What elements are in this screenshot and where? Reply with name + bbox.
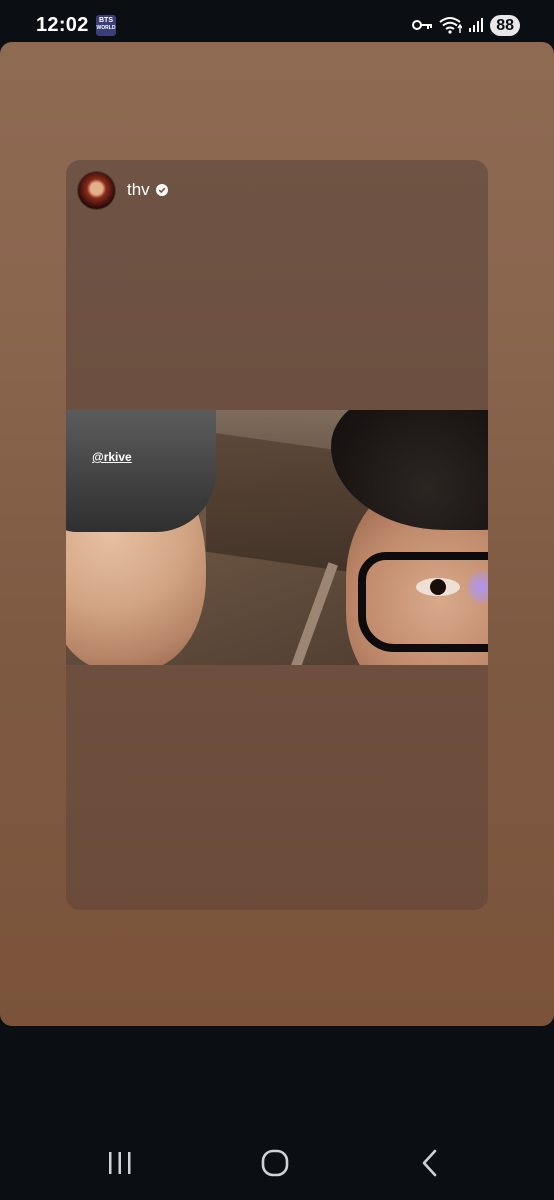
cap: @rkive xyxy=(66,410,216,532)
back-button[interactable] xyxy=(410,1148,450,1178)
status-icons: 88 xyxy=(412,14,520,36)
bts-world-notification-icon: BTS WORLD xyxy=(96,15,116,36)
app-badge-line1: BTS xyxy=(99,17,113,24)
avatar[interactable] xyxy=(78,171,115,209)
lens-glare xyxy=(468,570,488,604)
post-photo[interactable]: @rkive xyxy=(66,410,488,665)
photo-sticker-label: @rkive xyxy=(92,450,132,464)
signal-icon xyxy=(469,18,484,32)
glasses xyxy=(358,552,488,652)
battery-icon: 88 xyxy=(490,14,520,36)
clock: 12:02 xyxy=(36,14,89,36)
photo-background-pole xyxy=(284,562,338,665)
navigation-bar xyxy=(0,1120,554,1200)
home-button[interactable] xyxy=(255,1148,295,1178)
key-icon xyxy=(412,20,433,30)
recent-apps-icon xyxy=(109,1152,131,1174)
verified-badge-icon xyxy=(155,184,168,196)
shared-post-card[interactable]: thv @rkive xyxy=(66,160,488,910)
username[interactable]: thv xyxy=(127,180,150,200)
post-header[interactable]: thv xyxy=(78,171,168,209)
app-badge-line2: WORLD xyxy=(96,25,116,31)
home-icon xyxy=(261,1149,289,1177)
recent-apps-button[interactable] xyxy=(100,1148,140,1178)
status-bar: 12:02 BTS WORLD 88 xyxy=(0,0,554,46)
back-icon xyxy=(422,1149,437,1177)
wifi-icon xyxy=(439,17,463,34)
story-viewer[interactable]: thv @rkive xyxy=(0,42,554,1026)
